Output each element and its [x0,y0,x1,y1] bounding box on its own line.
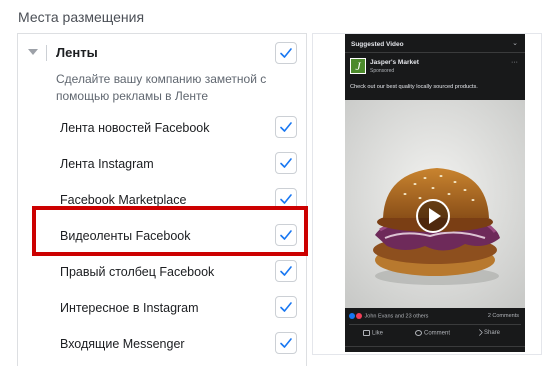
feeds-checkbox[interactable] [275,42,297,64]
instagram-explore-checkbox[interactable] [275,296,297,318]
reactions-text: John Evans and 23 others [364,313,429,320]
comment-button[interactable]: Comment [415,330,450,337]
love-reaction-icon [356,313,362,319]
comment-label: Comment [424,330,451,337]
feeds-description: Сделайте вашу компанию заметной с помощь… [56,72,267,103]
comment-icon [415,330,422,336]
thumbs-up-icon [363,330,370,336]
divider [349,324,521,325]
more-icon: ··· [511,59,518,66]
messenger-inbox-checkbox[interactable] [275,332,297,354]
right-column-checkbox[interactable] [275,260,297,282]
checkmark-icon [280,194,292,204]
feeds-label: Ленты [56,45,98,60]
divider [345,346,525,347]
placement-instagram-explore[interactable]: Интересное в Instagram [18,291,306,327]
placement-label: Входящие Messenger [60,337,185,351]
checkmark-icon [280,122,292,132]
checkmark-icon [280,48,292,58]
collapse-caret-icon[interactable] [28,49,38,55]
placement-instagram-feed[interactable]: Лента Instagram [18,147,306,183]
like-button[interactable]: Like [363,330,383,337]
placement-label: Лента Instagram [60,157,154,171]
checkmark-icon [280,266,292,276]
page-name: Jasper's Market [370,59,419,66]
placement-label: Правый столбец Facebook [60,265,215,279]
post-text: Check out our best quality locally sourc… [350,84,478,90]
highlight-box [32,206,308,256]
placement-facebook-feed[interactable]: Лента новостей Facebook [18,111,306,147]
checkmark-icon [280,302,292,312]
placement-label: Facebook Marketplace [60,193,187,207]
placement-facebook-right-column[interactable]: Правый столбец Facebook [18,255,306,291]
sponsored-label: Sponsored [370,68,395,74]
page-logo: J [350,58,366,74]
burger-image [345,100,525,308]
share-icon [475,328,484,337]
share-label: Share [484,330,501,337]
placements-panel: Ленты Сделайте вашу компанию заметной с … [17,33,307,366]
divider [345,52,525,53]
feeds-group[interactable]: Ленты [18,34,306,74]
reactions-summary: John Evans and 23 others [349,313,428,319]
preview-header: Suggested Video [351,41,404,48]
share-button[interactable]: Share [475,328,501,337]
divider [46,45,47,61]
ad-preview-phone: Suggested Video ⌄ J Jasper's Market Spon… [345,34,525,352]
like-label: Like [372,330,384,337]
chevron-down-icon: ⌄ [512,40,518,47]
placement-label: Интересное в Instagram [60,301,199,315]
comments-count: 2 Comments [487,313,519,319]
checkmark-icon [280,338,292,348]
checkmark-icon [280,158,292,168]
placements-title: Места размещения [18,9,145,25]
placement-label: Лента новостей Facebook [60,121,210,135]
video-media[interactable] [345,100,525,308]
facebook-feed-checkbox[interactable] [275,116,297,138]
like-reaction-icon [349,313,355,319]
instagram-feed-checkbox[interactable] [275,152,297,174]
placement-messenger-inbox[interactable]: Входящие Messenger [18,327,306,363]
